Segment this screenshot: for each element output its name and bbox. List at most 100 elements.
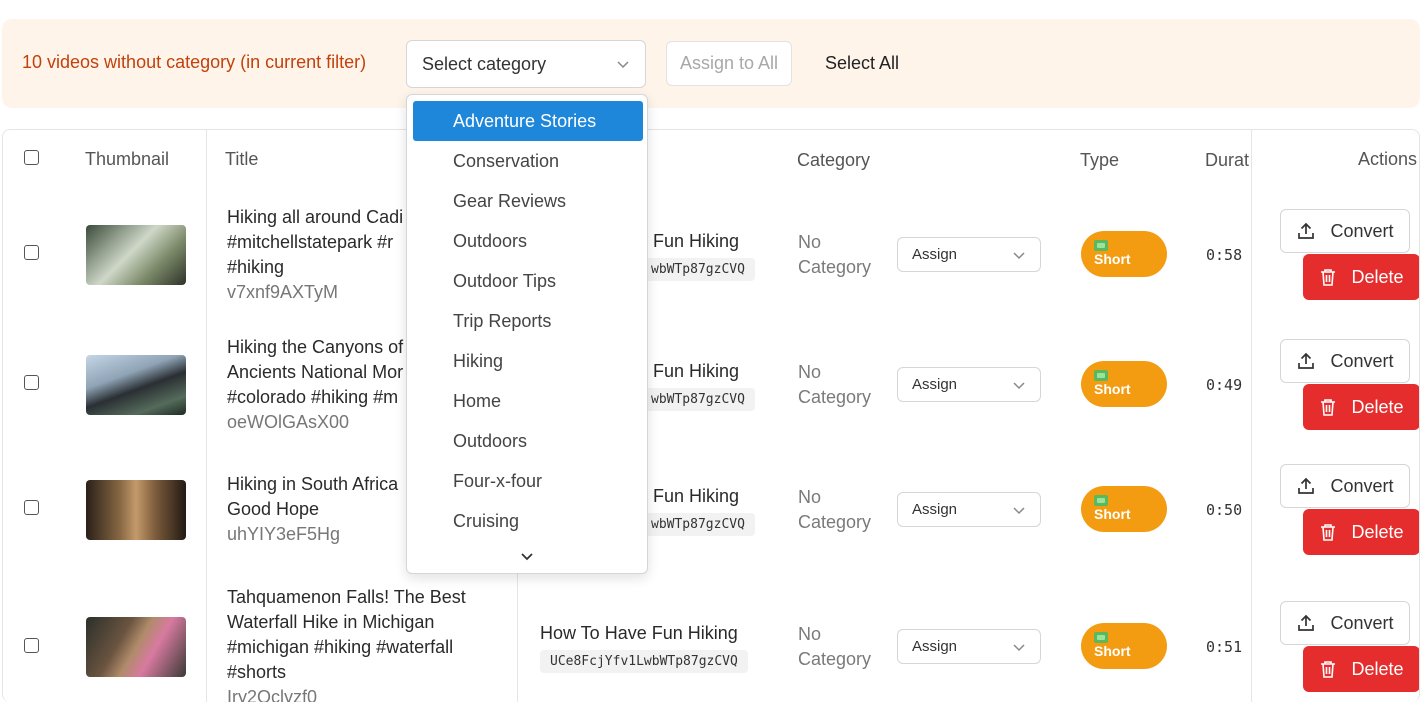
assign-to-all-button[interactable]: Assign to All [666, 41, 792, 86]
header-category: Category [797, 150, 871, 170]
select-category-label: Select category [422, 53, 547, 74]
title-line: #michigan #hiking #waterfall [227, 637, 454, 657]
chevron-down-icon [617, 61, 629, 69]
delete-label: Delete [1351, 658, 1404, 679]
delete-button[interactable]: Delete [1303, 509, 1419, 555]
convert-button[interactable]: Convert [1280, 464, 1410, 508]
header-actions: Actions [1358, 149, 1418, 169]
column-divider [206, 130, 207, 702]
assign-category-dropdown[interactable]: Assign [897, 237, 1041, 272]
row-checkbox[interactable] [24, 375, 39, 390]
upload-icon [1298, 614, 1315, 631]
type-label: Short [1094, 251, 1131, 267]
title-line: Tahquamenon Falls! The Best [227, 587, 466, 607]
type-label: Short [1094, 643, 1131, 659]
channel-id: wbWTp87gzCVQ [641, 513, 755, 536]
trash-icon [1321, 661, 1336, 678]
short-video-icon [1094, 370, 1108, 381]
chevron-down-icon [1013, 506, 1025, 514]
dropdown-option[interactable]: Adventure Stories [413, 101, 643, 141]
videos-table: Thumbnail Title Category Type Durat Acti… [2, 129, 1420, 702]
upload-icon [1298, 477, 1315, 494]
short-video-icon [1094, 495, 1108, 506]
assign-category-dropdown[interactable]: Assign [897, 367, 1041, 402]
type-badge: Short [1081, 623, 1167, 669]
video-thumbnail[interactable] [86, 617, 186, 677]
type-badge: Short [1081, 361, 1167, 407]
type-badge: Short [1081, 231, 1167, 277]
convert-button[interactable]: Convert [1280, 601, 1410, 645]
assign-label: Assign [912, 246, 958, 263]
channel-name: Fun Hiking [653, 231, 740, 251]
dropdown-option[interactable]: Home [413, 381, 643, 421]
duration: 0:50 [1206, 501, 1243, 519]
video-thumbnail[interactable] [86, 225, 186, 285]
header-title: Title [225, 149, 259, 169]
dropdown-option[interactable]: Trip Reports [413, 301, 643, 341]
duration: 0:49 [1206, 376, 1243, 394]
channel-id: UCe8FcjYfv1LwbWTp87gzCVQ [540, 650, 748, 673]
channel-name: Fun Hiking [653, 361, 740, 381]
row-checkbox[interactable] [24, 638, 39, 653]
dropdown-option[interactable]: Outdoors [413, 421, 643, 461]
dropdown-option[interactable]: Cruising [413, 501, 643, 541]
video-thumbnail[interactable] [86, 355, 186, 415]
title-line: #shorts [227, 662, 287, 682]
video-id: Iry2Oclyzf0 [227, 687, 318, 702]
duration: 0:58 [1206, 246, 1243, 264]
select-all-button[interactable]: Select All [812, 41, 912, 86]
delete-button[interactable]: Delete [1303, 384, 1419, 430]
convert-label: Convert [1330, 220, 1394, 241]
delete-button[interactable]: Delete [1303, 646, 1419, 692]
upload-icon [1298, 222, 1315, 239]
uncategorized-count-text: 10 videos without category (in current f… [22, 52, 367, 72]
header-duration: Durat [1205, 150, 1250, 170]
title-line: Waterfall Hike in Michigan [227, 612, 435, 632]
category-value: No Category [798, 487, 872, 532]
channel-id: wbWTp87gzCVQ [641, 258, 755, 281]
video-title[interactable]: Tahquamenon Falls! The Best Waterfall Hi… [227, 585, 507, 702]
dropdown-option[interactable]: Conservation [413, 141, 643, 181]
delete-button[interactable]: Delete [1303, 254, 1419, 300]
scroll-down-chevron-icon[interactable] [519, 549, 535, 565]
assign-label: Assign [912, 501, 958, 518]
row-checkbox[interactable] [24, 245, 39, 260]
type-badge: Short [1081, 486, 1167, 532]
dropdown-option[interactable]: Gear Reviews [413, 181, 643, 221]
type-label: Short [1094, 381, 1131, 397]
delete-label: Delete [1351, 521, 1404, 542]
channel-name: How To Have Fun Hiking [540, 623, 738, 643]
channel-name: Fun Hiking [653, 486, 740, 506]
assign-category-dropdown[interactable]: Assign [897, 492, 1041, 527]
row-checkbox[interactable] [24, 500, 39, 515]
convert-button[interactable]: Convert [1280, 209, 1410, 253]
short-video-icon [1094, 240, 1108, 251]
short-video-icon [1094, 632, 1108, 643]
category-value: No Category [798, 362, 872, 407]
category-dropdown-menu: Adventure Stories Conservation Gear Revi… [406, 94, 648, 574]
channel-id: wbWTp87gzCVQ [641, 388, 755, 411]
dropdown-option[interactable]: Outdoor Tips [413, 261, 643, 301]
assign-label: Assign [912, 638, 958, 655]
dropdown-option[interactable]: Outdoors [413, 221, 643, 261]
select-all-checkbox[interactable] [24, 150, 39, 165]
video-thumbnail[interactable] [86, 480, 186, 540]
header-type: Type [1080, 150, 1120, 170]
convert-label: Convert [1330, 612, 1394, 633]
trash-icon [1321, 524, 1336, 541]
delete-label: Delete [1351, 396, 1404, 417]
assign-category-dropdown[interactable]: Assign [897, 629, 1041, 664]
trash-icon [1321, 269, 1336, 286]
select-category-dropdown[interactable]: Select category [406, 40, 646, 88]
type-label: Short [1094, 506, 1131, 522]
header-thumbnail: Thumbnail [85, 149, 170, 169]
trash-icon [1321, 399, 1336, 416]
column-divider [1251, 130, 1252, 702]
chevron-down-icon [1013, 381, 1025, 389]
chevron-down-icon [1013, 251, 1025, 259]
duration: 0:51 [1206, 638, 1243, 656]
convert-button[interactable]: Convert [1280, 339, 1410, 383]
dropdown-option[interactable]: Hiking [413, 341, 643, 381]
convert-label: Convert [1330, 475, 1394, 496]
dropdown-option[interactable]: Four-x-four [413, 461, 643, 501]
